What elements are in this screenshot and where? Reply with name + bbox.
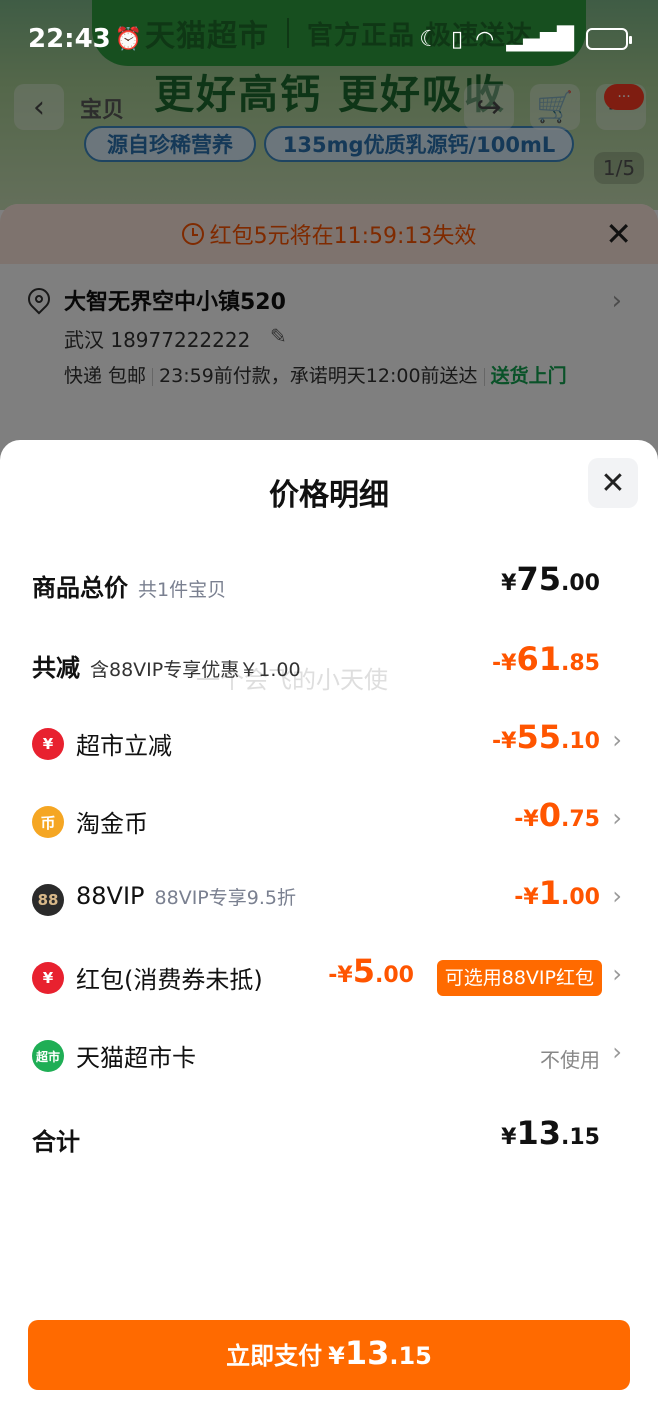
chevron-right-icon: › (612, 804, 622, 832)
amount-decimal: .00 (561, 885, 600, 910)
status-icons: ☾ ▯ ◠ ▂▄▆█ (419, 26, 632, 52)
alarm-icon: ⏰ (114, 26, 143, 52)
grand-total-label: 合计 (32, 1128, 80, 1156)
goods-total-label: 商品总价 共1件宝贝 (32, 568, 226, 603)
currency-symbol: -¥ (492, 651, 517, 676)
currency-symbol: ¥ (501, 571, 517, 596)
88vip-red-packet-tag[interactable]: 可选用88VIP红包 (436, 960, 602, 996)
currency-symbol: -¥ (514, 807, 539, 832)
taojinbi-label: 淘金币 (76, 810, 148, 838)
close-icon: ✕ (600, 465, 626, 501)
amount-integer: 1 (538, 874, 562, 912)
amount-decimal: .00 (375, 963, 414, 988)
chevron-right-icon: › (612, 726, 622, 754)
total-discount-note: 含88VIP专享优惠￥1.00 (90, 659, 301, 681)
total-discount-label: 共减 含88VIP专享优惠￥1.00 (32, 648, 301, 683)
amount-integer: 55 (516, 718, 562, 756)
status-time: 22:43 (28, 24, 111, 54)
total-discount-title: 共减 (32, 654, 80, 682)
row-tmall-card[interactable]: 超市 天猫超市卡 不使用 › (0, 1024, 658, 1084)
supermarket-discount-icon: ¥ (32, 728, 64, 760)
chevron-right-icon: › (612, 1038, 622, 1066)
goods-total-count: 共1件宝贝 (138, 579, 227, 601)
tmall-card-status: 不使用 (540, 1048, 600, 1072)
tmall-card-label: 天猫超市卡 (76, 1044, 196, 1072)
sheet-title: 价格明细 (269, 478, 389, 513)
amount-decimal: .85 (561, 651, 600, 676)
amount-decimal: .15 (389, 1342, 432, 1370)
close-button[interactable]: ✕ (588, 458, 638, 508)
amount-integer: 61 (516, 640, 562, 678)
supermarket-discount-amount: -¥55.10 (492, 718, 600, 756)
row-supermarket-discount[interactable]: ¥ 超市立减 -¥55.10 › (0, 712, 658, 772)
coin-icon: 币 (32, 806, 64, 838)
red-packet-label: 红包(消费券未抵) (76, 966, 263, 994)
total-discount-amount: -¥61.85 (492, 640, 600, 678)
amount-decimal: .10 (561, 729, 600, 754)
amount-integer: 13 (516, 1114, 562, 1152)
wifi-icon: ◠ (475, 26, 495, 52)
currency-symbol: ¥ (328, 1342, 345, 1370)
88vip-icon: 88 (32, 884, 64, 916)
goods-total-title: 商品总价 (32, 574, 128, 602)
amount-decimal: .15 (561, 1125, 600, 1150)
red-packet-icon: ¥ (32, 962, 64, 994)
vibrate-icon: ▯ (451, 26, 464, 52)
amount-decimal: .00 (561, 571, 600, 596)
price-detail-sheet: 价格明细 ✕ 一个会飞的小天使 商品总价 共1件宝贝 ¥75.00 共减 含88VI… (0, 440, 658, 1416)
currency-symbol: -¥ (514, 885, 539, 910)
88vip-amount: -¥1.00 (514, 874, 600, 912)
supermarket-discount-label: 超市立减 (76, 732, 172, 760)
row-total-discount: 共减 含88VIP专享优惠￥1.00 -¥61.85 (0, 634, 658, 694)
currency-symbol: -¥ (492, 729, 517, 754)
row-red-packet[interactable]: ¥ 红包(消费券未抵) -¥5.00 可选用88VIP红包 › (0, 946, 658, 1006)
88vip-label: 88VIP 88VIP专享9.5折 (76, 882, 296, 910)
amount-integer: 13 (344, 1334, 390, 1372)
amount-decimal: .75 (561, 807, 600, 832)
battery-icon (586, 28, 632, 50)
pay-now-button[interactable]: 立即支付 ¥13.15 (28, 1320, 630, 1390)
signal-icon: ▂▄▆█ (506, 26, 574, 52)
currency-symbol: -¥ (328, 963, 353, 988)
chevron-right-icon: › (612, 960, 622, 988)
row-taojinbi[interactable]: 币 淘金币 -¥0.75 › (0, 790, 658, 850)
status-bar: 22:43 ⏰ ☾ ▯ ◠ ▂▄▆█ (0, 0, 658, 78)
amount-integer: 0 (538, 796, 562, 834)
row-goods-total: 商品总价 共1件宝贝 ¥75.00 (0, 554, 658, 614)
row-88vip[interactable]: 88 88VIP 88VIP专享9.5折 -¥1.00 › (0, 868, 658, 928)
currency-symbol: ¥ (501, 1125, 517, 1150)
chevron-right-icon: › (612, 882, 622, 910)
amount-integer: 75 (516, 560, 562, 598)
goods-total-amount: ¥75.00 (501, 560, 600, 598)
tmall-supermarket-card-icon: 超市 (32, 1040, 64, 1072)
amount-integer: 5 (352, 952, 376, 990)
row-grand-total: 合计 ¥13.15 (0, 1108, 658, 1168)
pay-now-label: 立即支付 (226, 1342, 323, 1370)
88vip-note: 88VIP专享9.5折 (154, 887, 296, 909)
screen: 天猫超市 官方正品 极速送达 更好高钙 更好吸收 源自珍稀营养 135mg优质乳… (0, 0, 658, 1416)
moon-icon: ☾ (419, 26, 439, 52)
red-packet-amount: -¥5.00 (328, 952, 414, 990)
taojinbi-amount: -¥0.75 (514, 796, 600, 834)
88vip-title: 88VIP (76, 882, 145, 910)
grand-total-amount: ¥13.15 (501, 1114, 600, 1152)
